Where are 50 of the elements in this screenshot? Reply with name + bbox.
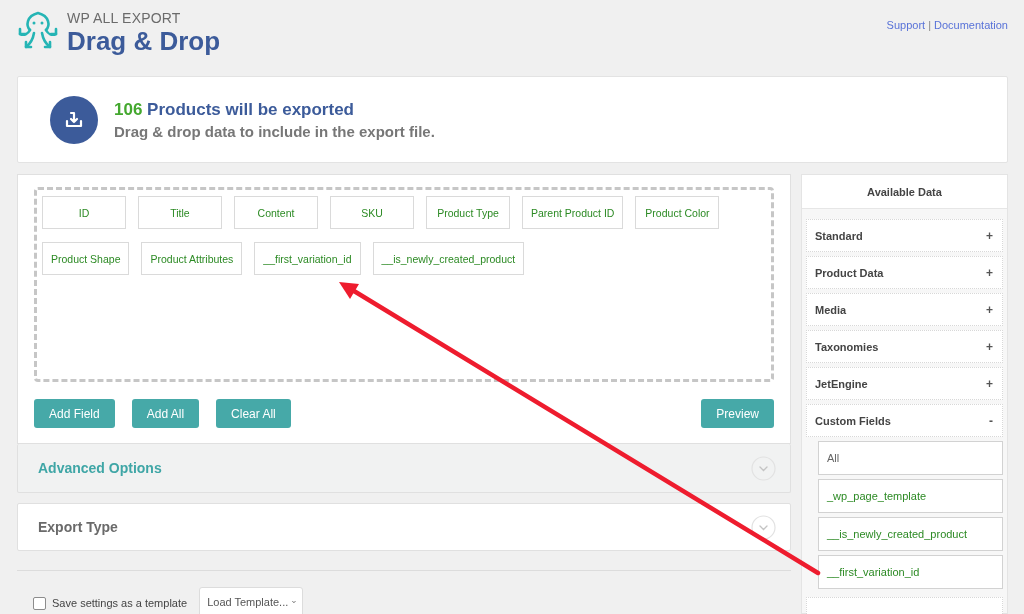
field-chip[interactable]: SKU [330, 196, 414, 229]
action-button[interactable]: Add Field [34, 399, 115, 428]
collapsible-section[interactable]: Advanced Options [17, 444, 791, 493]
chevron-down-icon[interactable] [751, 514, 776, 540]
page-title: Drag & Drop [67, 26, 221, 56]
export-count-heading: 106 Products will be exported [114, 99, 355, 120]
summary-subtitle: Drag & drop data to include in the export file. [114, 122, 435, 140]
preview-button[interactable]: Preview [701, 399, 774, 428]
data-group-header[interactable]: Media + [806, 293, 1003, 326]
data-field-item[interactable]: __first_variation_id [818, 555, 1003, 589]
data-group-header[interactable]: Standard + [806, 219, 1003, 252]
data-group-header[interactable]: JetEngine + [806, 367, 1003, 400]
toggle-sign: + [986, 302, 993, 317]
field-chip[interactable]: Content [234, 196, 318, 229]
header-link[interactable]: Support [886, 19, 926, 31]
action-button[interactable]: Clear All [216, 399, 291, 428]
toggle-sign: + [986, 339, 993, 354]
template-select[interactable]: Load Template... [199, 586, 304, 614]
brand-name: WP ALL EXPORT [67, 10, 182, 26]
download-icon [50, 95, 98, 144]
section-title: Advanced Options [38, 460, 162, 476]
field-chip[interactable]: ID [42, 196, 126, 229]
chevron-down-icon [292, 598, 297, 605]
toggle-sign: + [986, 265, 993, 280]
checkbox-label: Save settings as a template [52, 597, 188, 609]
field-chip[interactable]: Product Attributes [141, 242, 243, 275]
section-title: Export Type [38, 519, 118, 535]
collapsible-section[interactable]: Export Type [17, 503, 791, 551]
field-chip[interactable]: Title [138, 196, 222, 229]
drop-zone[interactable]: ID Title Content SKU Product Type Parent Product ID Product Color Product Shape Product Attributes __first_variation_id __is_newly_created_product [34, 187, 774, 382]
data-field-item[interactable]: __is_newly_created_product [818, 517, 1003, 551]
toggle-sign: + [986, 376, 993, 391]
panel-title: Available Data [802, 175, 1007, 209]
field-chip[interactable]: __is_newly_created_product [372, 242, 525, 275]
data-field-item[interactable]: _wp_page_template [818, 479, 1003, 513]
field-chip[interactable]: Product Color [635, 196, 720, 229]
field-chip[interactable]: Parent Product ID [522, 196, 624, 229]
field-chip[interactable]: Product Type [426, 196, 510, 229]
toggle-sign: - [989, 413, 993, 428]
data-group-header[interactable]: Custom Fields - [806, 404, 1003, 437]
checkbox[interactable] [33, 596, 46, 610]
header-link[interactable]: Documentation [934, 19, 1008, 31]
field-chip[interactable]: Product Shape [42, 242, 130, 275]
toggle-sign: + [986, 228, 993, 243]
field-chip[interactable]: __first_variation_id [254, 242, 361, 275]
action-button[interactable]: Add All [131, 399, 200, 428]
link-separator: | [928, 19, 931, 31]
data-field-item[interactable]: All [818, 441, 1003, 475]
data-group-header[interactable]: Taxonomies + [806, 330, 1003, 363]
data-group-header[interactable]: Product Data + [806, 256, 1003, 289]
